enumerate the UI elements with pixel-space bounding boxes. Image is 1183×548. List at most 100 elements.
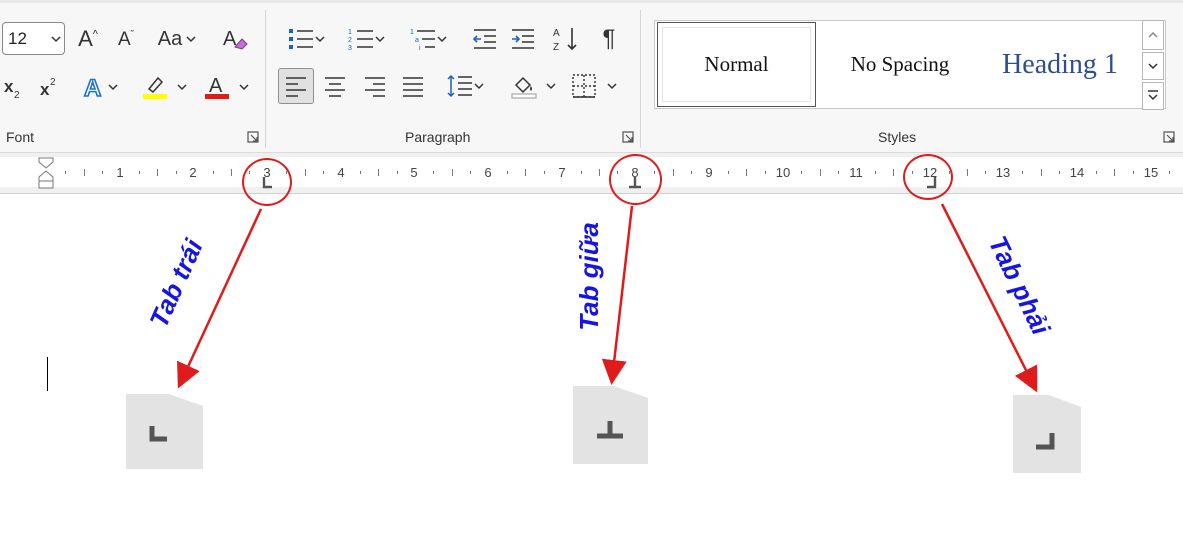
left-tab-icon <box>149 426 167 442</box>
svg-text:3: 3 <box>348 45 352 52</box>
styles-scroll-down-button[interactable] <box>1142 52 1164 80</box>
ruler-tick <box>819 168 821 176</box>
ruler-number: 13 <box>995 165 1011 180</box>
change-case-button[interactable]: Aa <box>152 24 202 54</box>
paragraph-dialog-launcher-icon[interactable] <box>622 131 634 143</box>
ruler-tick <box>691 170 692 174</box>
multilevel-list-icon: 1 a i <box>410 29 435 52</box>
justify-icon <box>403 77 423 97</box>
center-tab-label: Tab giữa <box>573 222 604 331</box>
shading-button[interactable] <box>508 70 558 102</box>
font-dialog-launcher-icon[interactable] <box>247 131 259 143</box>
style-no-spacing[interactable]: No Spacing <box>820 21 980 108</box>
multilevel-list-button[interactable]: 1 a i <box>402 24 454 54</box>
shrink-font-icon: Aˇ <box>117 28 135 50</box>
svg-text:1: 1 <box>410 29 414 36</box>
center-tab-icon <box>597 421 623 439</box>
clear-formatting-button[interactable]: A <box>220 24 250 54</box>
styles-more-button[interactable] <box>1142 82 1164 110</box>
ruler-number: 6 <box>484 165 492 180</box>
decrease-indent-button[interactable] <box>470 24 500 54</box>
ruler-number: 2 <box>189 165 197 180</box>
ruler-scale[interactable]: 1 2 3 4 5 6 7 8 9 10 11 12 13 14 15 <box>0 157 1183 189</box>
font-color-button[interactable]: A <box>200 72 252 102</box>
ruler-tick <box>65 170 67 174</box>
ruler-number: 7 <box>558 165 566 180</box>
styles-pane-launcher-icon[interactable] <box>1163 131 1175 143</box>
highlight-color-button[interactable] <box>138 72 190 102</box>
justify-button[interactable] <box>398 70 428 102</box>
ruler-tick <box>1132 170 1134 174</box>
bullet-list-icon <box>289 29 313 49</box>
styles-scroll-up-button[interactable] <box>1142 20 1164 50</box>
subscript-button[interactable]: x 2 <box>2 72 26 102</box>
sort-az-icon: A Z <box>553 28 577 53</box>
svg-text:1: 1 <box>348 29 352 36</box>
align-right-button[interactable] <box>360 70 390 102</box>
sort-button[interactable]: A Z <box>550 24 582 54</box>
horizontal-ruler[interactable]: 1 2 3 4 5 6 7 8 9 10 11 12 13 14 15 <box>0 153 1183 194</box>
ruler-tick <box>985 170 987 174</box>
grow-font-icon: A^ <box>78 26 98 51</box>
right-tab-zoom <box>1013 395 1081 473</box>
group-divider <box>640 10 641 148</box>
svg-text:2: 2 <box>14 90 20 100</box>
ruler-number: 5 <box>410 165 418 180</box>
paragraph-group-label: Paragraph <box>405 129 471 145</box>
chevron-down-icon <box>239 84 249 91</box>
decrease-indent-icon <box>472 29 496 49</box>
font-size-select[interactable]: 12 <box>2 22 65 55</box>
ruler-tick <box>157 168 159 176</box>
page-fold <box>1049 395 1081 407</box>
grow-font-button[interactable]: A^ <box>74 24 102 54</box>
ruler-tick <box>359 170 361 174</box>
show-formatting-button[interactable]: ¶ <box>594 24 624 54</box>
svg-text:A: A <box>209 75 223 97</box>
page-fold <box>169 394 203 406</box>
ruler-number: 15 <box>1143 165 1159 180</box>
ruler-tick <box>304 168 306 176</box>
style-no-spacing-label: No Spacing <box>850 52 950 76</box>
ruler-number: 1 <box>116 165 124 180</box>
pilcrow-icon: ¶ <box>602 25 616 52</box>
svg-text:i: i <box>419 45 421 52</box>
style-normal[interactable]: Normal <box>657 22 816 107</box>
paint-bucket-icon <box>511 76 537 99</box>
chevron-down-icon <box>51 36 61 43</box>
ruler-tick <box>470 170 472 174</box>
ruler-number: 9 <box>705 165 713 180</box>
superscript-button[interactable]: x 2 <box>38 72 62 102</box>
svg-text:A: A <box>84 75 101 101</box>
numbering-button[interactable]: 1 2 3 <box>340 24 392 54</box>
highlight-circle-left-tab <box>242 158 292 206</box>
ruler-number: 14 <box>1069 165 1085 180</box>
align-center-button[interactable] <box>320 70 350 102</box>
ruler-tick <box>543 170 545 174</box>
ruler-tick <box>433 170 435 174</box>
text-effects-button[interactable]: A <box>76 72 124 102</box>
align-left-button[interactable] <box>278 68 314 104</box>
ruler-tick <box>580 170 582 174</box>
ruler-tick <box>764 170 766 174</box>
line-spacing-icon <box>447 74 472 98</box>
ruler-tick <box>1059 170 1060 174</box>
line-spacing-button[interactable] <box>440 70 490 102</box>
styles-group-label: Styles <box>878 129 917 145</box>
borders-button[interactable] <box>568 70 620 102</box>
ruler-tick <box>1114 168 1116 176</box>
ruler-tick <box>893 168 895 176</box>
ruler-tick <box>599 168 600 176</box>
chevron-down-icon <box>607 83 617 90</box>
increase-indent-button[interactable] <box>508 24 538 54</box>
indent-markers-icon[interactable] <box>37 157 55 189</box>
ruler-tick <box>525 168 527 176</box>
subscript-icon: x 2 <box>4 77 20 100</box>
align-center-icon <box>325 77 345 97</box>
ruler-tick <box>838 170 840 174</box>
ruler-tick <box>396 170 398 174</box>
bullets-button[interactable] <box>280 24 332 54</box>
shrink-font-button[interactable]: Aˇ <box>112 24 140 54</box>
highlight-circle-center-tab <box>609 154 662 205</box>
style-heading-1[interactable]: Heading 1 <box>985 21 1135 108</box>
chevron-down-icon <box>186 36 196 43</box>
